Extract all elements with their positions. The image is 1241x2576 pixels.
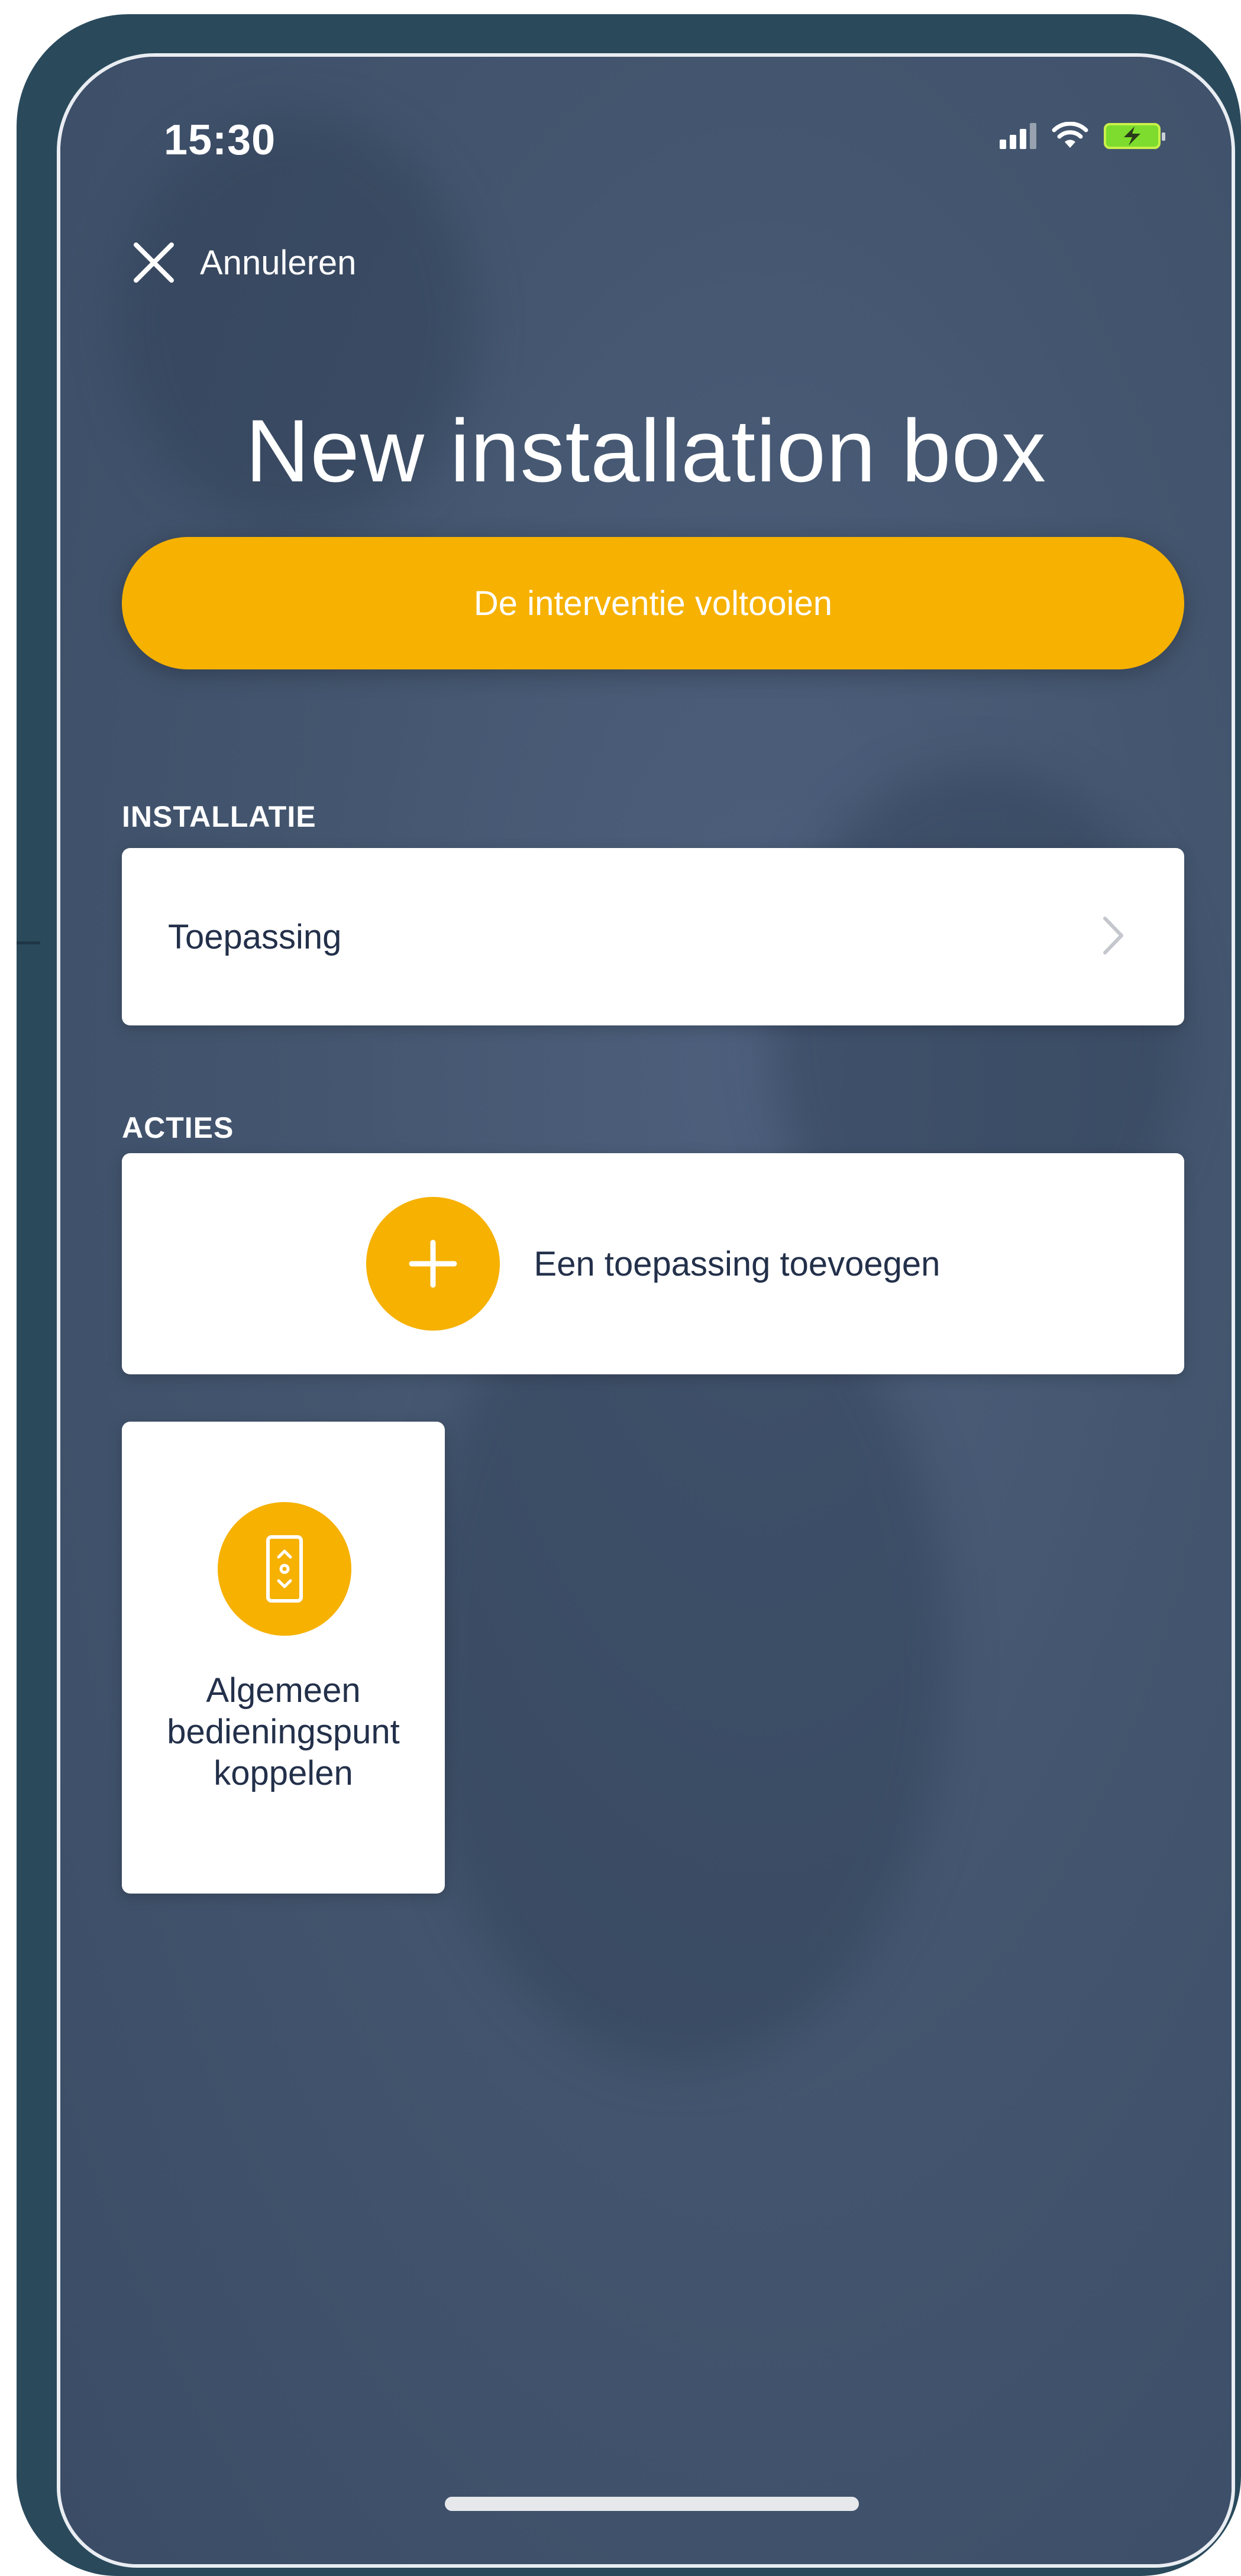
action-tile-label: Algemeen bedieningspunt koppelen bbox=[167, 1671, 400, 1792]
wifi-icon bbox=[1052, 122, 1088, 148]
status-time: 15:30 bbox=[164, 116, 276, 164]
add-application-button[interactable]: Een toepassing toevoegen bbox=[122, 1153, 1184, 1374]
home-indicator[interactable] bbox=[445, 2497, 859, 2511]
status-bar: 15:30 bbox=[60, 57, 1232, 164]
section-label-actions: ACTIES bbox=[122, 1111, 234, 1144]
list-item-application[interactable]: Toepassing bbox=[122, 848, 1184, 1025]
device-frame: 15:30 Annuleren New installation box De … bbox=[17, 14, 1241, 2576]
status-icons bbox=[1000, 122, 1165, 149]
list-item-label: Toepassing bbox=[168, 917, 342, 956]
plus-icon bbox=[366, 1197, 500, 1331]
app-screen: 15:30 Annuleren New installation box De … bbox=[60, 57, 1232, 2564]
close-icon[interactable] bbox=[131, 240, 176, 285]
remote-control-icon bbox=[218, 1502, 351, 1636]
page-title: New installation box bbox=[245, 401, 1047, 500]
cancel-nav[interactable]: Annuleren bbox=[131, 240, 356, 285]
complete-intervention-button[interactable]: De interventie voltooien bbox=[122, 537, 1184, 669]
add-application-label: Een toepassing toevoegen bbox=[534, 1244, 941, 1283]
cancel-button[interactable]: Annuleren bbox=[200, 243, 356, 283]
signal-icon bbox=[1000, 123, 1036, 149]
action-tile-link-control-point[interactable]: Algemeen bedieningspunt koppelen bbox=[122, 1422, 445, 1894]
battery-charging-icon bbox=[1104, 123, 1165, 149]
chevron-right-icon bbox=[1101, 915, 1125, 959]
frame-side-line bbox=[17, 941, 40, 944]
section-label-installation: INSTALLATIE bbox=[122, 800, 316, 833]
